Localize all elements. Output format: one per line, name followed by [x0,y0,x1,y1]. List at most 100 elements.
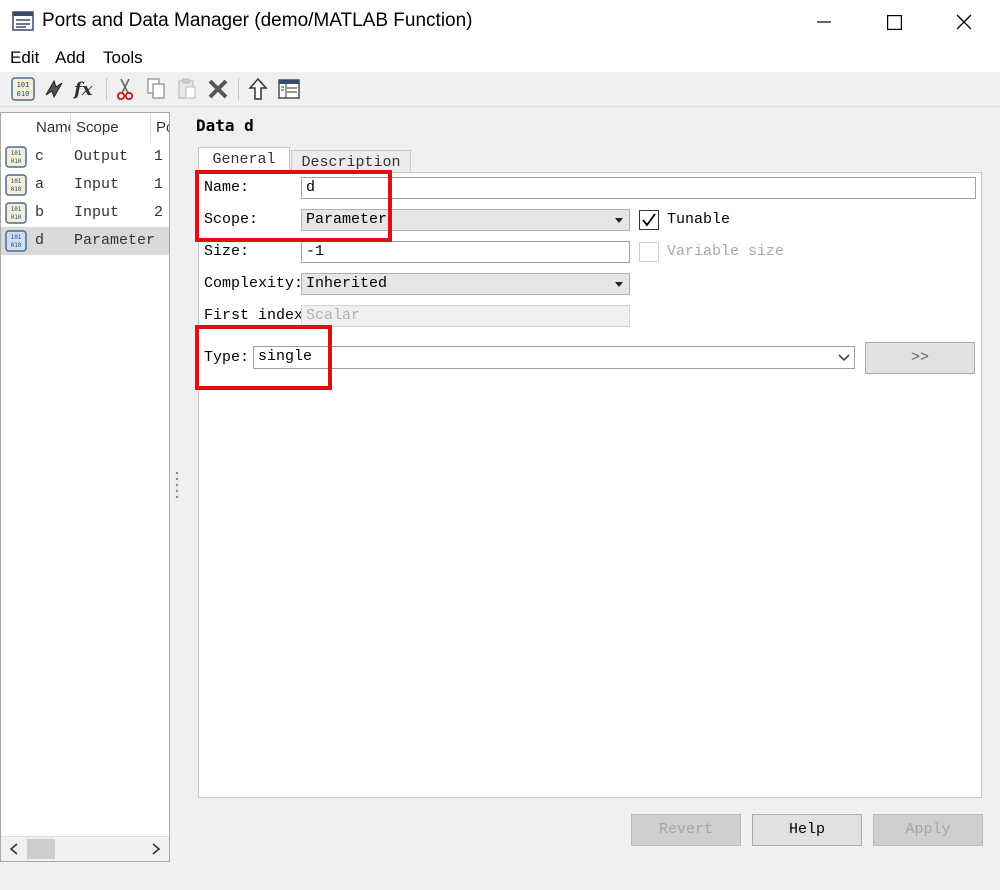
dropdown-arrow-icon [615,282,623,287]
general-tab-panel [198,172,982,798]
row-scope: Output [74,148,129,165]
model-explorer-icon [278,79,300,99]
minimize-button[interactable] [790,0,858,44]
size-field[interactable]: -1 [301,241,630,263]
name-field[interactable]: d [301,177,976,199]
svg-text:101: 101 [11,178,22,185]
revert-button[interactable]: Revert [631,814,741,846]
svg-text:010: 010 [11,158,22,165]
row-port: 1 [154,148,164,165]
window-title: Ports and Data Manager (demo/MATLAB Func… [42,10,473,31]
variable-size-checkbox[interactable] [639,242,659,262]
svg-text:101: 101 [11,234,22,241]
table-row-selected[interactable]: 101 010 d Parameter [1,227,169,255]
horizontal-scrollbar[interactable] [1,836,169,861]
tunable-label: Tunable [667,211,731,228]
variable-size-label: Variable size [667,243,785,260]
svg-text:010: 010 [11,214,22,221]
model-explorer-button[interactable] [275,75,303,103]
svg-text:101: 101 [17,81,30,89]
first-index-field[interactable]: Scalar [301,305,630,327]
cut-icon [116,78,134,101]
row-name: b [35,204,45,221]
scope-dropdown-value: Parameter [306,211,388,228]
data-list-panel: Name Scope Po 101010 c Output 1 101010 a… [0,112,170,862]
minimize-icon [817,21,831,23]
type-combobox[interactable]: single [253,346,855,369]
delete-icon [208,79,228,99]
event-icon [45,79,63,99]
tab-description[interactable]: Description [291,150,411,174]
scrollbar-thumb[interactable] [27,839,55,859]
title-bar: Ports and Data Manager (demo/MATLAB Func… [0,0,1000,44]
copy-button[interactable] [142,75,170,103]
add-function-button[interactable]: fx [72,75,100,103]
column-header-name[interactable]: Name [31,113,71,143]
maximize-button[interactable] [860,0,928,44]
cut-button[interactable] [111,75,139,103]
data-title: Data d [196,116,254,135]
type-assistant-button[interactable]: >> [865,342,975,374]
row-name: d [35,232,45,249]
scope-dropdown[interactable]: Parameter [301,209,630,231]
table-row[interactable]: 101 010 a Input 1 [1,171,169,199]
close-button[interactable] [930,0,998,44]
data-icon: 101010 [5,202,27,224]
menu-tools[interactable]: Tools [103,48,143,68]
first-index-label: First index [204,307,304,324]
help-button[interactable]: Help [752,814,862,846]
toolbar: 101 010 fx [0,72,1000,107]
column-header-port[interactable]: Po [151,113,169,143]
svg-text:101: 101 [11,150,22,157]
svg-text:010: 010 [17,90,30,98]
app-window-icon [12,11,34,31]
row-scope: Input [74,176,120,193]
row-port: 2 [154,204,164,221]
fx-icon: fx [72,79,93,100]
close-icon [956,14,972,30]
row-port: 1 [154,176,164,193]
complexity-dropdown-value: Inherited [306,275,388,292]
tunable-checkbox[interactable] [639,210,659,230]
menu-edit[interactable]: Edit [10,48,39,68]
data-icon: 101010 [5,146,27,168]
type-label: Type: [204,349,250,366]
svg-text:fx: fx [72,79,93,100]
delete-button[interactable] [204,75,232,103]
table-row[interactable]: 101 010 b Input 2 [1,199,169,227]
data-icon: 101010 [5,174,27,196]
name-label: Name: [204,179,250,196]
copy-icon [147,78,165,99]
column-header-scope[interactable]: Scope [71,113,151,143]
complexity-dropdown[interactable]: Inherited [301,273,630,295]
complexity-label: Complexity: [204,275,304,292]
svg-text:101: 101 [11,206,22,213]
table-row[interactable]: 101 010 c Output 1 [1,143,169,171]
row-scope: Parameter [74,232,156,249]
dropdown-arrow-icon [615,218,623,223]
data-icon: 101 010 [11,77,35,101]
splitter-handle[interactable] [174,470,180,500]
add-data-button[interactable]: 101 010 [9,75,37,103]
tab-general[interactable]: General [198,147,290,173]
row-name: c [35,148,45,165]
apply-button[interactable]: Apply [873,814,983,846]
chevron-down-icon[interactable] [838,353,850,362]
menu-add[interactable]: Add [55,48,85,68]
svg-text:010: 010 [11,186,22,193]
go-to-parent-button[interactable] [244,75,272,103]
row-scope: Input [74,204,120,221]
maximize-icon [886,14,902,30]
type-combobox-value: single [258,348,313,365]
row-name: a [35,176,45,193]
add-event-button[interactable] [40,75,68,103]
chevron-left-icon[interactable] [9,843,19,855]
scope-label: Scope: [204,211,259,228]
checkmark-icon [642,213,656,227]
chevron-right-icon[interactable] [151,843,161,855]
up-arrow-icon [248,77,268,100]
data-icon: 101010 [5,230,27,252]
menu-bar: Edit Add Tools [0,44,1000,72]
size-label: Size: [204,243,250,260]
paste-button[interactable] [173,75,201,103]
